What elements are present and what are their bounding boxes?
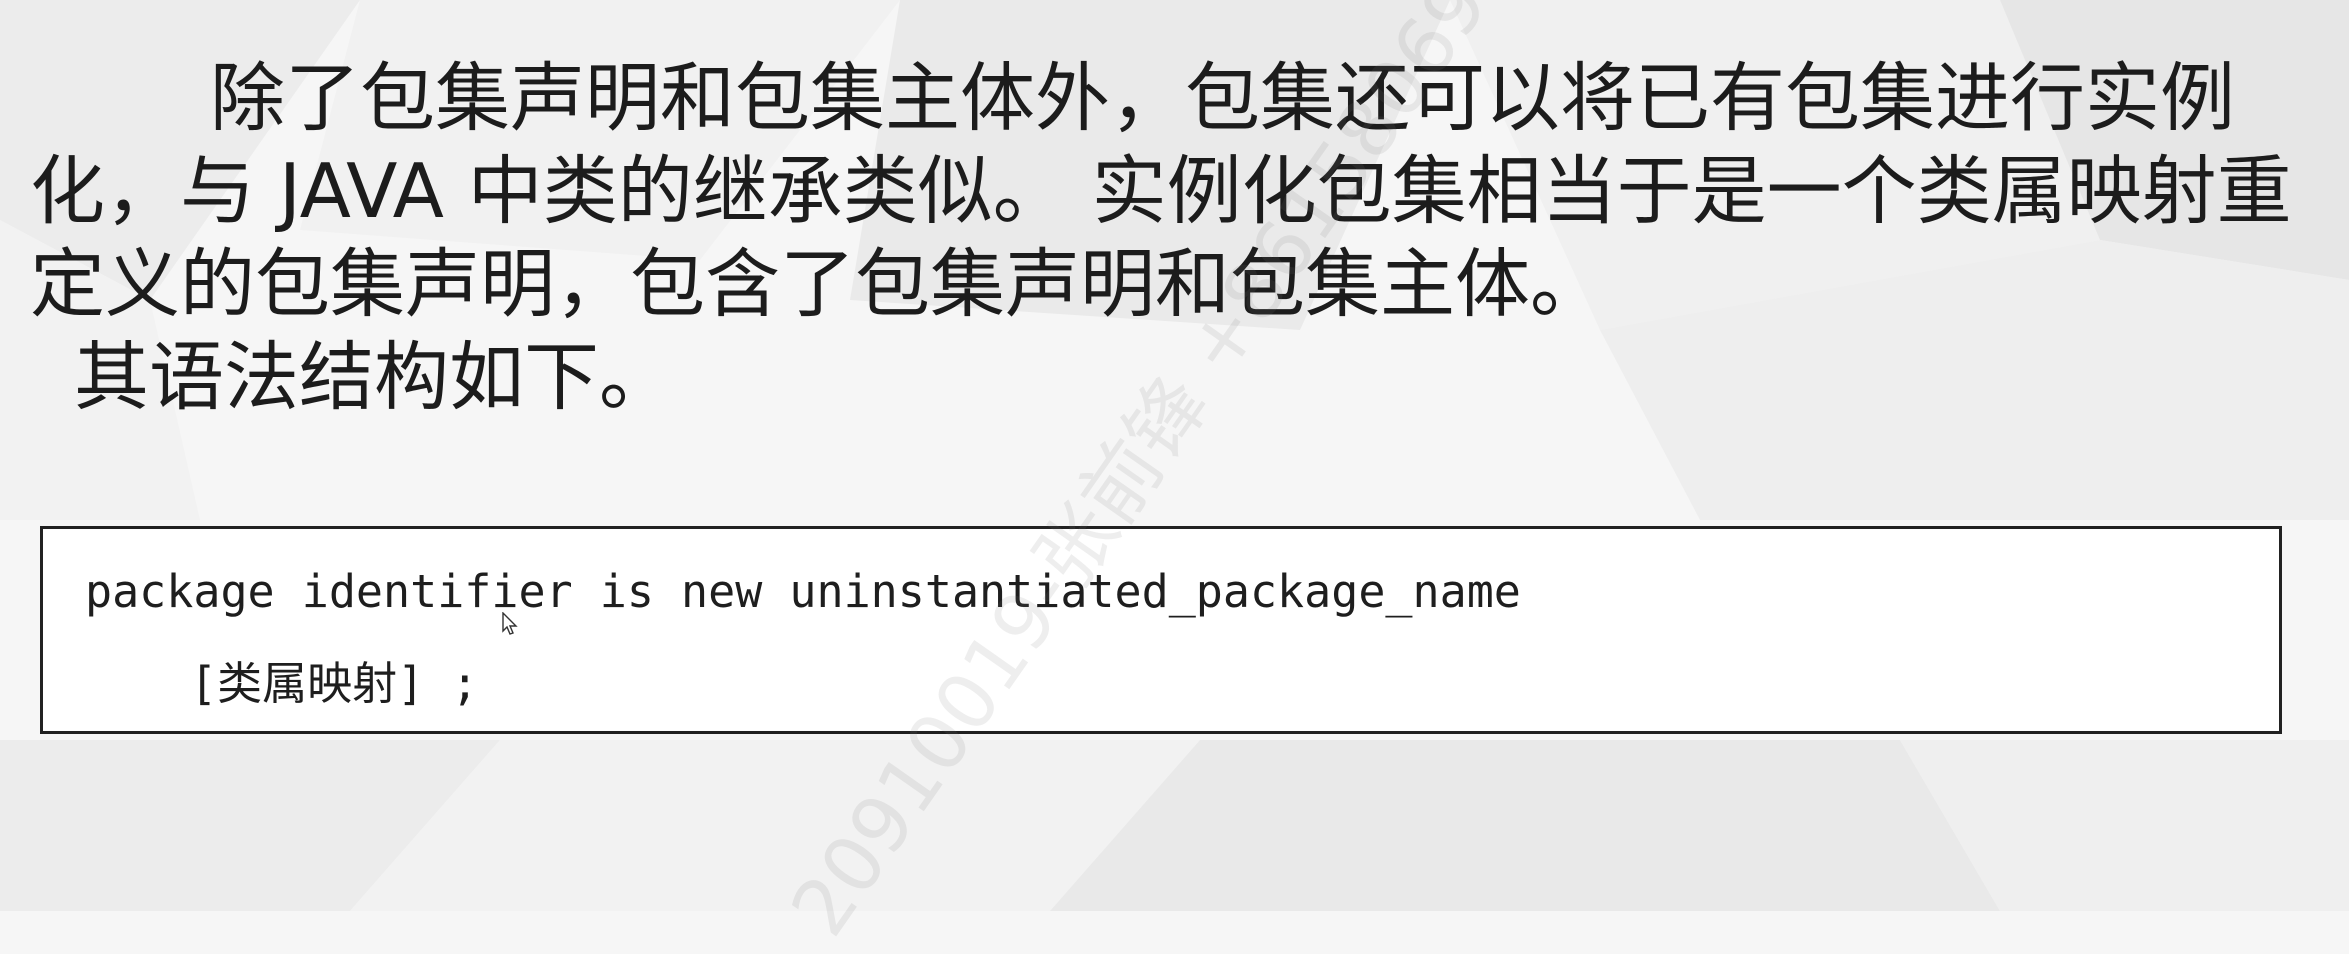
code-block: package identifier is new uninstantiated… [40, 526, 2282, 734]
intro-paragraph: 除了包集声明和包集主体外，包集还可以将已有包集进行实例化，与 JAVA 中类的继… [30, 54, 2292, 328]
mouse-cursor-icon [502, 612, 518, 635]
code-line-2: [类属映射] ; [190, 657, 479, 710]
slide: { "paragraph": "除了包集声明和包集主体外，包集还可以将已有包集进… [0, 0, 2349, 952]
code-line-1: package identifier is new uninstantiated… [85, 565, 1521, 618]
